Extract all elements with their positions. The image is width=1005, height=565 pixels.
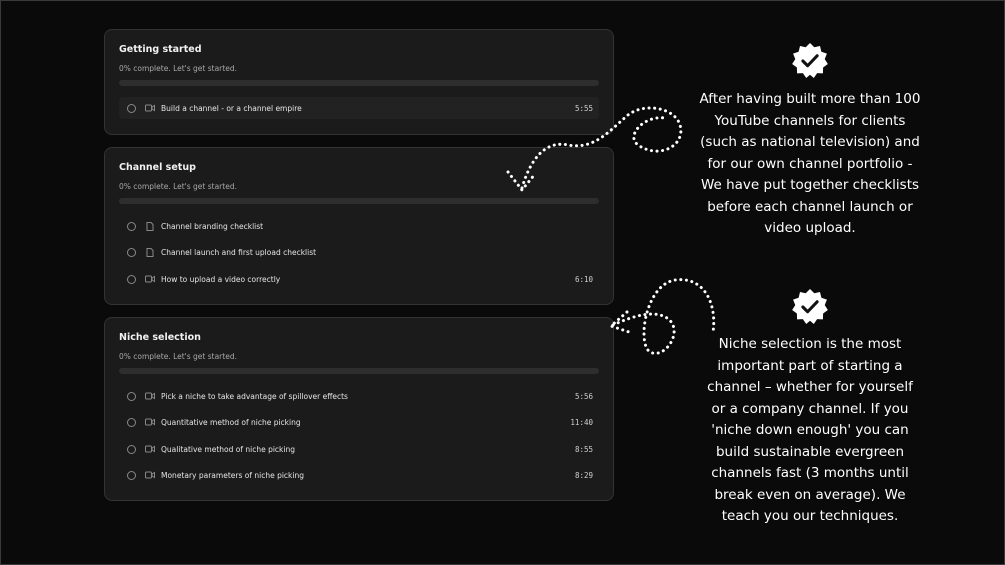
video-icon (145, 418, 155, 426)
lesson-row[interactable]: Monetary parameters of niche picking 8:2… (119, 464, 599, 486)
dotted-arrow-icon (506, 106, 683, 193)
document-icon (145, 221, 155, 231)
lesson-title: Qualitative method of niche picking (161, 444, 296, 454)
callout-line: YouTube channels for clients (714, 112, 906, 129)
video-icon (145, 445, 155, 453)
section-title: Getting started (119, 44, 202, 55)
completion-radio[interactable] (127, 274, 136, 284)
completion-radio[interactable] (127, 103, 136, 113)
callout-niche: Niche selection is the most important pa… (680, 334, 940, 528)
callout-line: 'niche down enough' you can (711, 422, 909, 438)
lesson-duration: 8:55 (574, 444, 593, 454)
verified-badge-icon (792, 42, 828, 79)
progress-bar (119, 368, 599, 374)
verified-badge-icon (792, 288, 828, 325)
callout-line: After having built more than 100 (699, 91, 921, 107)
video-icon (145, 471, 155, 479)
callout-line: teach you our techniques. (721, 508, 899, 524)
document-icon (145, 247, 155, 257)
lesson-title: Channel launch and first upload checklis… (161, 247, 317, 257)
lesson-title: How to upload a video correctly (161, 274, 281, 284)
section-title: Channel setup (119, 162, 196, 173)
callout-line: important part of starting a (717, 357, 903, 374)
completion-radio[interactable] (127, 470, 136, 480)
lesson-row[interactable]: Channel launch and first upload checklis… (119, 241, 599, 263)
lesson-row[interactable]: Qualitative method of niche picking 8:55 (119, 438, 599, 460)
section-progress-text: 0% complete. Let's get started. (119, 182, 237, 191)
lesson-row[interactable]: How to upload a video correctly 6:10 (119, 268, 599, 290)
callout-line: for our own channel portfolio - (707, 155, 913, 172)
callout-line: We have put together checklists (700, 177, 920, 193)
completion-radio[interactable] (127, 391, 136, 401)
section-progress-text: 0% complete. Let's get started. (119, 64, 237, 73)
video-icon (145, 392, 155, 400)
completion-radio[interactable] (127, 247, 136, 257)
lesson-title: Quantitative method of niche picking (161, 417, 301, 427)
video-icon (145, 275, 155, 283)
lesson-title: Channel branding checklist (161, 221, 264, 231)
lesson-duration: 6:10 (574, 274, 593, 284)
callout-line: before each channel launch or (707, 198, 913, 215)
callout-checklists: After having built more than 100 YouTube… (680, 89, 940, 240)
lesson-duration: 5:56 (574, 391, 593, 401)
callout-line: build sustainable evergreen (715, 443, 905, 460)
lesson-title: Pick a niche to take advantage of spillo… (161, 391, 348, 401)
callout-line: channel – whether for yourself (707, 379, 913, 395)
video-icon (145, 104, 155, 112)
callout-line: or a company channel. If you (711, 400, 909, 417)
lesson-row[interactable]: Channel branding checklist (119, 215, 599, 237)
lesson-row[interactable]: Quantitative method of niche picking 11:… (119, 411, 599, 433)
completion-radio[interactable] (127, 417, 136, 427)
callout-line: (such as national television) and (700, 134, 920, 150)
section-progress-text: 0% complete. Let's get started. (119, 352, 237, 361)
lesson-row[interactable]: Pick a niche to take advantage of spillo… (119, 385, 599, 407)
completion-radio[interactable] (127, 221, 136, 231)
callout-line: Niche selection is the most (718, 336, 902, 352)
lesson-duration: 8:29 (574, 470, 593, 480)
section-title: Niche selection (119, 332, 201, 343)
callout-line: video upload. (764, 220, 856, 236)
section-niche-selection: Niche selection 0% complete. Let's get s… (104, 317, 614, 501)
callout-line: break even on average). We (714, 486, 906, 503)
callout-line: channels fast (3 months until (711, 465, 909, 481)
lesson-duration: 11:40 (570, 417, 593, 427)
completion-radio[interactable] (127, 444, 136, 454)
lesson-title: Monetary parameters of niche picking (161, 470, 304, 480)
progress-bar (119, 80, 599, 86)
